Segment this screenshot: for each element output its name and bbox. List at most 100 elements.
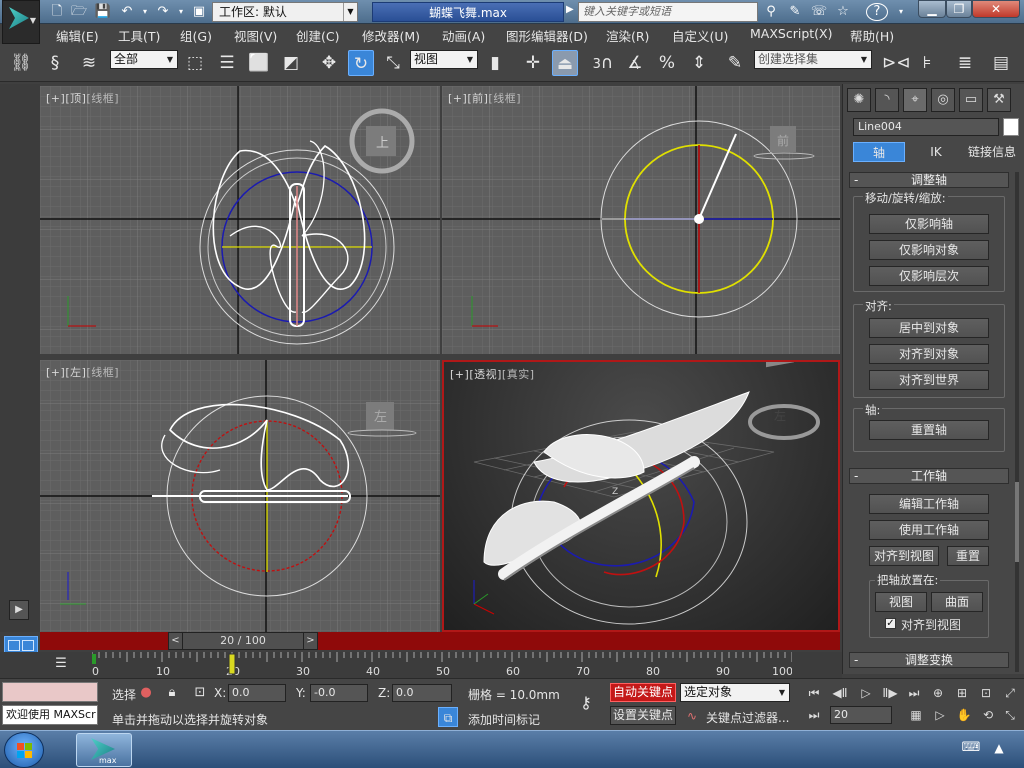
current-frame-marker[interactable] [228,653,236,675]
percent-snap-icon[interactable]: % [654,50,680,76]
menu-modifiers[interactable]: 修改器(M) [362,26,420,45]
lock-selection-icon[interactable]: 🔒︎ [162,683,182,703]
scale-icon[interactable]: ⤡ [380,50,406,76]
time-slider-thumb[interactable]: < 20 / 100 > [168,632,318,650]
align-icon[interactable]: ⊧ [914,50,940,76]
select-manipulate-icon[interactable]: ✛ [520,50,546,76]
move-icon[interactable]: ✥ [316,50,342,76]
maxscript-welcome-text[interactable]: 欢迎使用 MAXScr [2,705,98,725]
favorites-star-icon[interactable]: ☆ [834,3,852,20]
viewport-left[interactable]: [+][左][线框] 左 [40,360,440,632]
next-frame-icon[interactable]: > [303,633,317,649]
tab-pivot[interactable]: 轴 [853,142,905,162]
prev-frame-icon[interactable]: < [169,633,183,649]
affect-object-only-button[interactable]: 仅影响对象 [869,240,989,260]
viewport-label[interactable]: [+][左][线框] [46,364,119,380]
undo-dropdown-icon[interactable]: ▾ [136,3,154,20]
set-key-button[interactable]: 设置关键点 [610,706,676,725]
mirror-icon[interactable]: ⊳⊲ [882,50,911,76]
search-input[interactable]: 键入关键字或短语 [578,2,758,22]
mini-curve-editor-icon[interactable]: ☰ [50,654,72,674]
open-file-icon[interactable]: 🗁 [70,3,88,20]
reset-pivot-button[interactable]: 重置轴 [869,420,989,440]
center-to-object-button[interactable]: 居中到对象 [869,318,989,338]
pan-hand-icon[interactable]: ✋ [954,706,974,724]
field-of-view-icon[interactable]: ▷ [930,706,950,724]
auto-key-button[interactable]: 自动关键点 [610,683,676,702]
help-icon[interactable]: ? [866,3,888,21]
close-button[interactable]: ✕ [972,0,1020,18]
viewport-label[interactable]: [+][透视][真实] [450,366,535,382]
new-file-icon[interactable]: 🗋 [48,3,66,20]
menu-views[interactable]: 视图(V) [234,26,277,45]
next-key-icon[interactable]: Ⅱ▶ [880,684,900,702]
go-to-end-icon[interactable]: ⏭ [904,684,924,702]
zoom-extents-all-icon[interactable]: ⤢ [1000,684,1020,702]
zoom-region-icon[interactable]: ⊡ [976,684,996,702]
panel-scrollbar[interactable] [1015,172,1019,672]
save-file-icon[interactable]: 💾 [94,3,112,20]
use-working-pivot-button[interactable]: 使用工作轴 [869,520,989,540]
go-to-start-icon[interactable]: ⏮ [804,684,824,702]
viewport-top[interactable]: [+][顶][线框] 上 [40,86,440,354]
align-to-view-button[interactable]: 对齐到视图 [869,546,939,566]
key-icon[interactable]: ⚷ [572,691,600,715]
menu-rendering[interactable]: 渲染(R) [606,26,649,45]
key-mode-toggle-icon[interactable]: ⏭ [804,706,824,724]
edit-working-pivot-button[interactable]: 编辑工作轴 [869,494,989,514]
tab-link-info[interactable]: 链接信息 [965,142,1019,162]
hierarchy-tab-icon[interactable]: ⌖ [903,88,927,112]
graphite-tools-icon[interactable]: ▤ [988,50,1014,76]
redo-dropdown-icon[interactable]: ▾ [172,3,190,20]
snaps-toggle-icon[interactable]: 3∩ [590,50,616,76]
menu-customize[interactable]: 自定义(U) [672,26,728,45]
orbit-icon[interactable]: ⟲ [978,706,998,724]
align-to-view-checkbox[interactable]: ✓ [885,618,896,629]
maximize-viewport-icon[interactable]: ⤡ [1000,706,1020,724]
window-crossing-icon[interactable]: ◩ [278,50,304,76]
subscription-icon[interactable]: ✎ [786,3,804,20]
workspace-dropdown[interactable]: 工作区: 默认 ▼ [212,2,358,22]
key-mode-dropdown[interactable]: 选定对象 ▼ [680,683,790,702]
menu-maxscript[interactable]: MAXScript(X) [750,26,832,41]
time-slider[interactable]: < 20 / 100 > [40,632,840,650]
zoom-extents-icon[interactable]: ⊕ [928,684,948,702]
communication-icon[interactable]: ☏ [810,3,828,20]
viewport-label[interactable]: [+][顶][线框] [46,90,119,106]
selection-filter-dropdown[interactable]: 全部 ▼ [110,50,178,69]
tab-ik[interactable]: IK [911,142,961,162]
create-tab-icon[interactable]: ✺ [847,88,871,112]
object-name-field[interactable]: Line004 [853,118,999,136]
maxscript-listener-mini[interactable] [2,682,98,702]
motion-tab-icon[interactable]: ◎ [931,88,955,112]
project-folder-icon[interactable]: ▣ [190,3,208,20]
select-by-name-icon[interactable]: ☰ [214,50,240,76]
keyboard-icon[interactable]: ⌨ [960,737,982,759]
pivot-center-icon[interactable]: ▮ [482,50,508,76]
isolate-bulb-icon[interactable]: ● [136,683,156,703]
affect-pivot-only-button[interactable]: 仅影响轴 [869,214,989,234]
viewport-front[interactable]: [+][前][线框] 前 [442,86,840,354]
zoom-all-icon[interactable]: ⊞ [952,684,972,702]
track-bar[interactable]: ☰ 0102030405060708090100 [0,652,842,678]
minimize-button[interactable]: ▁ [918,0,946,18]
display-tab-icon[interactable]: ▭ [959,88,983,112]
menu-tools[interactable]: 工具(T) [118,26,160,45]
viewport-perspective[interactable]: [+][透视][真实] Z 左 [442,360,840,632]
expand-arrow-icon[interactable]: ▶ [9,600,29,620]
affect-hierarchy-only-button[interactable]: 仅影响层次 [869,266,989,286]
play-icon[interactable]: ▷ [856,684,876,702]
link-icon[interactable]: ⛓ [8,50,34,76]
time-tag-icon[interactable]: ⧉ [438,707,458,727]
rollout-adjust-pivot[interactable]: - 调整轴 [849,172,1009,188]
start-button[interactable] [4,732,44,768]
y-coordinate-field[interactable]: -0.0 [310,684,368,702]
rotate-icon[interactable]: ↻ [348,50,374,76]
spinner-snap-icon[interactable]: ⇕ [686,50,712,76]
previous-key-icon[interactable]: ◀Ⅱ [830,684,850,702]
maximize-button[interactable]: ❐ [946,0,972,18]
keyboard-shortcut-override-icon[interactable]: ⏏ [552,50,578,76]
menu-group[interactable]: 组(G) [180,26,212,45]
rollout-working-pivot[interactable]: - 工作轴 [849,468,1009,484]
menu-animation[interactable]: 动画(A) [442,26,485,45]
